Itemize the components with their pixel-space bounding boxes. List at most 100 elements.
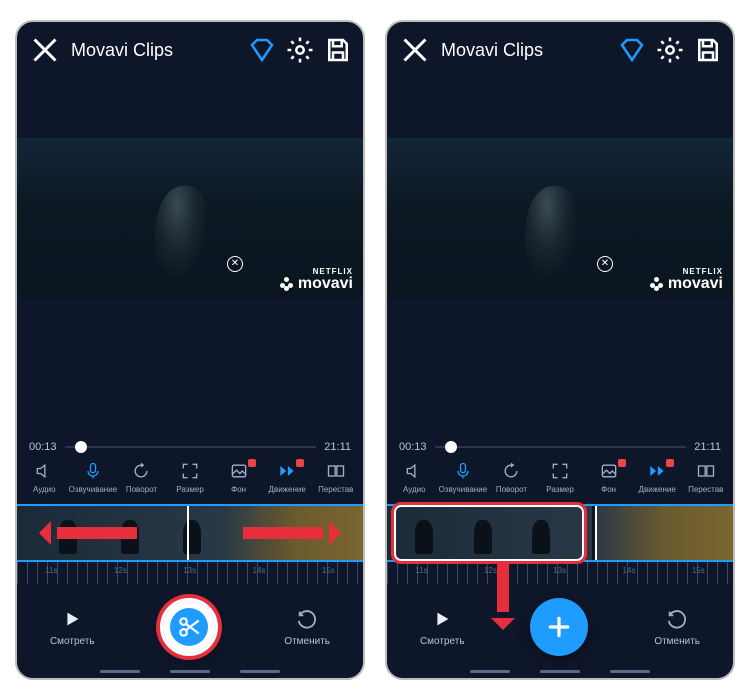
close-icon <box>27 32 63 68</box>
app-title: Movavi Clips <box>71 40 239 61</box>
playhead[interactable] <box>595 504 597 562</box>
save-button[interactable] <box>693 32 723 68</box>
progress-thumb[interactable] <box>445 441 457 453</box>
tool-row: Аудио Озвучивание Поворот Размер Фон Дви… <box>387 453 733 498</box>
remove-watermark-icon[interactable]: ✕ <box>227 256 243 272</box>
tool-motion[interactable]: Движение <box>634 461 681 494</box>
watch-button[interactable]: Смотреть <box>50 608 95 647</box>
tool-label: Поворот <box>126 485 157 494</box>
nav-bar <box>460 670 660 673</box>
tool-label: Движение <box>269 485 306 494</box>
screenshot-left: Movavi Clips ✕ NETFLIX movavi <box>15 20 365 680</box>
video-preview[interactable]: ✕ NETFLIX movavi <box>17 138 363 298</box>
time-total: 21:11 <box>694 441 721 453</box>
progress-track[interactable] <box>435 446 687 448</box>
tool-rotate[interactable]: Поворот <box>118 461 165 494</box>
cancel-label: Отменить <box>284 636 330 647</box>
cancel-button[interactable]: Отменить <box>654 608 700 647</box>
image-icon <box>229 461 249 481</box>
progress-track[interactable] <box>65 446 317 448</box>
tool-label: Поворот <box>496 485 527 494</box>
settings-button[interactable] <box>285 32 315 68</box>
speaker-icon <box>34 461 54 481</box>
tool-reorder[interactable]: Перестав <box>312 461 359 494</box>
ruler-mark: 14s <box>623 566 636 575</box>
gear-icon <box>655 35 685 65</box>
time-total: 21:11 <box>324 441 351 453</box>
progress-thumb[interactable] <box>75 441 87 453</box>
expand-icon <box>180 461 200 481</box>
rotate-icon <box>131 461 151 481</box>
tool-rotate[interactable]: Поворот <box>488 461 535 494</box>
scrubber[interactable]: 00:13 21:11 <box>17 441 363 453</box>
tool-background[interactable]: Фон <box>215 461 262 494</box>
tool-row: Аудио Озвучивание Поворот Размер Фон Дви… <box>17 453 363 498</box>
playhead[interactable] <box>187 504 189 562</box>
tool-label: Озвучивание <box>439 485 488 494</box>
tool-voice[interactable]: Озвучивание <box>440 461 487 494</box>
ruler-mark: 13s <box>553 566 566 575</box>
diamond-icon <box>247 35 277 65</box>
close-button[interactable] <box>27 32 63 68</box>
video-preview[interactable]: ✕ NETFLIX movavi <box>387 138 733 298</box>
premium-button[interactable] <box>617 32 647 68</box>
time-ruler: 11s 12s 13s 14s 15s <box>387 562 733 584</box>
premium-button[interactable] <box>247 32 277 68</box>
add-fab[interactable] <box>530 598 588 656</box>
save-button[interactable] <box>323 32 353 68</box>
watch-label: Смотреть <box>50 636 95 647</box>
time-current: 00:13 <box>399 441 427 453</box>
tool-voice[interactable]: Озвучивание <box>70 461 117 494</box>
watermark-main: movavi <box>280 276 353 292</box>
watch-button[interactable]: Смотреть <box>420 608 465 647</box>
close-icon <box>397 32 433 68</box>
tool-label: Размер <box>546 485 574 494</box>
badge-icon <box>296 459 304 467</box>
speaker-icon <box>404 461 424 481</box>
swap-icon <box>326 461 346 481</box>
tool-audio[interactable]: Аудио <box>21 461 68 494</box>
nav-bar <box>90 670 290 673</box>
top-bar: Movavi Clips <box>387 22 733 78</box>
tool-size[interactable]: Размер <box>167 461 214 494</box>
tool-size[interactable]: Размер <box>537 461 584 494</box>
ruler-mark: 12s <box>114 566 127 575</box>
ruler-mark: 11s <box>45 566 57 575</box>
fastforward-icon <box>647 461 667 481</box>
plus-icon <box>546 614 572 640</box>
screenshot-right: Movavi Clips ✕ NETFLIX movavi <box>385 20 735 680</box>
tool-motion[interactable]: Движение <box>264 461 311 494</box>
watermark: ✕ NETFLIX movavi <box>280 268 353 292</box>
time-current: 00:13 <box>29 441 57 453</box>
scissors-icon <box>176 614 202 640</box>
tool-label: Перестав <box>688 485 723 494</box>
badge-icon <box>666 459 674 467</box>
tool-label: Озвучивание <box>69 485 118 494</box>
watermark-main: movavi <box>650 276 723 292</box>
tool-background[interactable]: Фон <box>585 461 632 494</box>
settings-button[interactable] <box>655 32 685 68</box>
annotation-arrow-right <box>243 527 323 539</box>
tool-label: Аудио <box>33 485 56 494</box>
cut-fab[interactable] <box>160 598 218 656</box>
cancel-label: Отменить <box>654 636 700 647</box>
ruler-mark: 13s <box>183 566 196 575</box>
ruler-mark: 15s <box>692 566 705 575</box>
watermark: ✕ NETFLIX movavi <box>650 268 723 292</box>
cancel-button[interactable]: Отменить <box>284 608 330 647</box>
ruler-mark: 12s <box>484 566 497 575</box>
play-icon <box>61 608 83 630</box>
undo-icon <box>666 608 688 630</box>
tool-reorder[interactable]: Перестав <box>682 461 729 494</box>
scrubber[interactable]: 00:13 21:11 <box>387 441 733 453</box>
time-ruler: 11s 12s 13s 14s 15s <box>17 562 363 584</box>
expand-icon <box>550 461 570 481</box>
watch-label: Смотреть <box>420 636 465 647</box>
tool-label: Фон <box>601 485 616 494</box>
remove-watermark-icon[interactable]: ✕ <box>597 256 613 272</box>
ruler-mark: 15s <box>322 566 335 575</box>
close-button[interactable] <box>397 32 433 68</box>
tool-label: Аудио <box>403 485 426 494</box>
top-bar: Movavi Clips <box>17 22 363 78</box>
tool-audio[interactable]: Аудио <box>391 461 438 494</box>
